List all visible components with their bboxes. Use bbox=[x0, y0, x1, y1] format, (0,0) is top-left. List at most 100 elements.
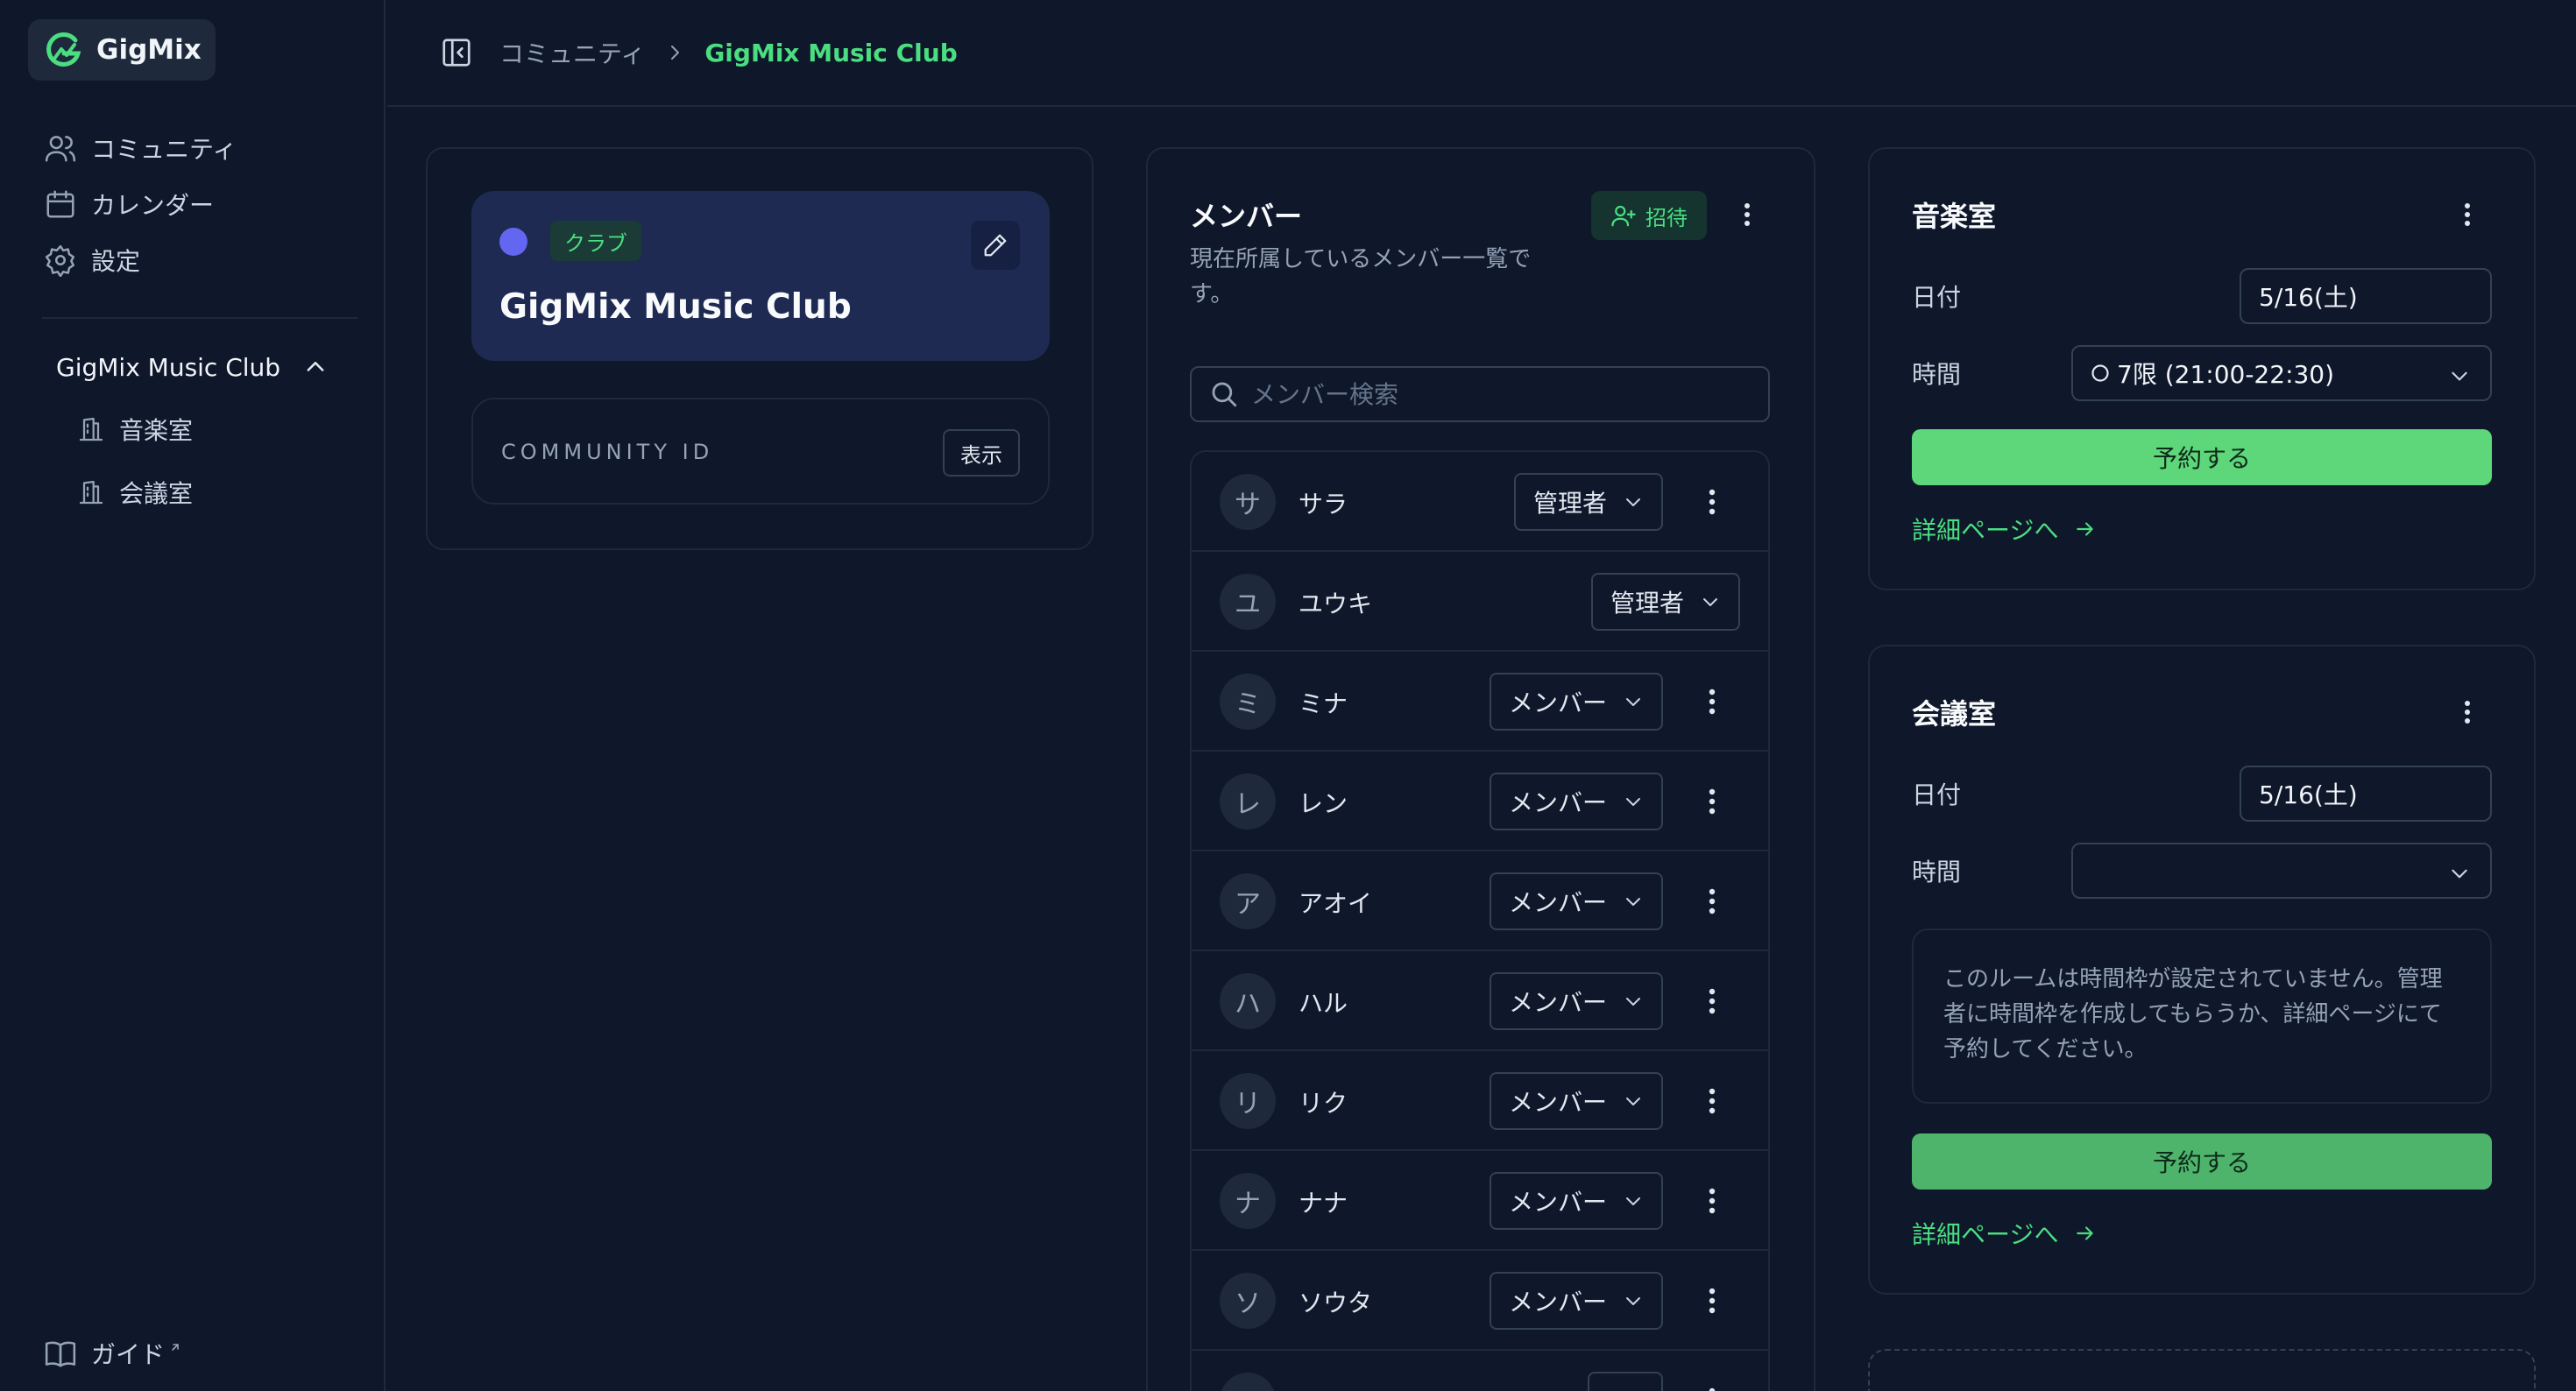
member-role-select[interactable]: 管理者 bbox=[1513, 473, 1663, 531]
chevron-down-icon bbox=[1623, 491, 1644, 512]
member-name: サラ bbox=[1299, 490, 1348, 519]
room-menu-button[interactable] bbox=[2450, 690, 2485, 734]
guide-link[interactable]: ガイド bbox=[44, 1331, 182, 1375]
date-value: 5/16(土) bbox=[2259, 780, 2358, 809]
member-row: レレン メンバー bbox=[1192, 752, 1768, 851]
chevron-down-icon bbox=[1700, 591, 1721, 612]
chevron-down-icon bbox=[2448, 364, 2471, 387]
invite-button[interactable]: 招待 bbox=[1591, 191, 1707, 240]
sidebar-item-label: 会議室 bbox=[119, 479, 194, 508]
search-icon bbox=[1209, 379, 1239, 409]
more-vertical-icon bbox=[2463, 201, 2472, 228]
edit-club-button[interactable] bbox=[971, 221, 1020, 270]
member-avatar: リ bbox=[1220, 1073, 1276, 1129]
reserve-button[interactable]: 予約する bbox=[1912, 1133, 2492, 1190]
member-name: ナナ bbox=[1299, 1189, 1348, 1218]
members-menu-button[interactable] bbox=[1730, 193, 1765, 237]
member-menu-button[interactable] bbox=[1695, 480, 1730, 524]
sidebar-toggle-icon[interactable] bbox=[440, 36, 473, 69]
time-select[interactable] bbox=[2071, 843, 2492, 899]
member-role-label: メンバー bbox=[1508, 1088, 1607, 1117]
room-title: 音楽室 bbox=[1912, 200, 1997, 233]
more-vertical-icon bbox=[1708, 1387, 1716, 1391]
guide-label: ガイド bbox=[91, 1340, 166, 1369]
sidebar-item-community[interactable]: コミュニティ bbox=[44, 126, 237, 170]
more-vertical-icon bbox=[1708, 688, 1716, 716]
member-avatar: レ bbox=[1220, 773, 1276, 830]
gigmix-logo-icon bbox=[44, 30, 84, 70]
arrow-right-icon bbox=[2074, 518, 2097, 540]
date-label: 日付 bbox=[1912, 283, 1962, 312]
member-role-label: メンバー bbox=[1508, 788, 1607, 817]
detail-link-label: 詳細ページへ bbox=[1912, 1220, 2059, 1249]
club-type-badge: クラブ bbox=[550, 221, 641, 261]
member-avatar bbox=[1220, 1373, 1276, 1391]
member-avatar: ミ bbox=[1220, 674, 1276, 730]
add-room-placeholder[interactable] bbox=[1868, 1349, 2536, 1391]
date-picker[interactable]: 5/16(土) bbox=[2240, 268, 2492, 324]
member-role-label: メンバー bbox=[1508, 1188, 1607, 1217]
room-menu-button[interactable] bbox=[2450, 193, 2485, 237]
club-color-dot bbox=[499, 228, 527, 256]
app-root: GigMix コミュニティ カレンダー 設定 GigMix Music Club… bbox=[0, 0, 2576, 1391]
member-role-select[interactable]: メンバー bbox=[1489, 972, 1663, 1030]
more-vertical-icon bbox=[1708, 887, 1716, 915]
member-menu-button[interactable] bbox=[1695, 680, 1730, 724]
member-role-label: 管理者 bbox=[1610, 589, 1684, 618]
member-row: ソソウタ メンバー bbox=[1192, 1251, 1768, 1351]
member-role-label: メンバー bbox=[1508, 1288, 1607, 1317]
member-search[interactable] bbox=[1190, 366, 1770, 422]
member-row: ナナナ メンバー bbox=[1192, 1151, 1768, 1251]
sidebar-item-music-room[interactable]: 音楽室 bbox=[77, 408, 193, 450]
sidebar-group-toggle[interactable]: GigMix Music Club bbox=[56, 345, 328, 389]
member-row: ミミナ メンバー bbox=[1192, 652, 1768, 752]
detail-page-link[interactable]: 詳細ページへ bbox=[1912, 512, 2097, 547]
brand-logo[interactable]: GigMix bbox=[28, 19, 216, 81]
breadcrumb-community[interactable]: コミュニティ bbox=[499, 35, 645, 70]
member-role-select[interactable]: メンバー bbox=[1489, 1272, 1663, 1330]
users-icon bbox=[44, 131, 77, 165]
member-name: レン bbox=[1299, 789, 1348, 818]
member-role-select[interactable]: メンバー bbox=[1489, 673, 1663, 731]
member-row: ササラ 管理者 bbox=[1192, 452, 1768, 552]
member-avatar: ソ bbox=[1220, 1273, 1276, 1329]
member-menu-button[interactable] bbox=[1695, 979, 1730, 1023]
more-vertical-icon bbox=[1708, 1287, 1716, 1315]
sidebar-item-calendar[interactable]: カレンダー bbox=[44, 182, 214, 226]
club-card: クラブ GigMix Music Club bbox=[471, 191, 1050, 361]
member-search-input[interactable] bbox=[1251, 379, 1742, 409]
member-role-select[interactable] bbox=[1588, 1372, 1663, 1391]
room-title: 会議室 bbox=[1912, 697, 1997, 731]
member-menu-button[interactable] bbox=[1695, 1179, 1730, 1223]
member-menu-button[interactable] bbox=[1695, 1279, 1730, 1323]
sidebar-group-title: GigMix Music Club bbox=[56, 352, 281, 382]
member-role-select[interactable]: メンバー bbox=[1489, 872, 1663, 930]
member-row: ユユウキ 管理者 bbox=[1192, 552, 1768, 652]
detail-page-link[interactable]: 詳細ページへ bbox=[1912, 1216, 2097, 1251]
sidebar-item-settings[interactable]: 設定 bbox=[44, 238, 140, 282]
member-menu-button[interactable] bbox=[1695, 879, 1730, 923]
show-community-id-button[interactable]: 表示 bbox=[943, 429, 1020, 477]
community-id-box: COMMUNITY ID 表示 bbox=[471, 398, 1050, 505]
sidebar-divider bbox=[42, 317, 357, 319]
member-role-select[interactable]: メンバー bbox=[1489, 773, 1663, 830]
member-avatar: ハ bbox=[1220, 973, 1276, 1029]
more-vertical-icon bbox=[1708, 987, 1716, 1015]
gear-icon bbox=[44, 244, 77, 277]
member-menu-button[interactable] bbox=[1695, 1379, 1730, 1391]
member-role-select[interactable]: 管理者 bbox=[1590, 573, 1740, 631]
member-menu-button[interactable] bbox=[1695, 780, 1730, 823]
circle-icon bbox=[2091, 364, 2110, 383]
sidebar-item-meeting-room[interactable]: 会議室 bbox=[77, 471, 193, 513]
sidebar-item-label: 設定 bbox=[91, 247, 141, 276]
time-select[interactable]: 7限 (21:00-22:30) bbox=[2071, 345, 2492, 401]
member-role-label: メンバー bbox=[1508, 988, 1607, 1017]
member-menu-button[interactable] bbox=[1695, 1079, 1730, 1123]
pencil-icon bbox=[982, 232, 1008, 258]
date-picker[interactable]: 5/16(土) bbox=[2240, 766, 2492, 822]
reserve-button[interactable]: 予約する bbox=[1912, 429, 2492, 485]
member-role-select[interactable]: メンバー bbox=[1489, 1072, 1663, 1130]
topbar: コミュニティ GigMix Music Club bbox=[387, 0, 2576, 107]
member-role-label: メンバー bbox=[1508, 688, 1607, 717]
member-role-select[interactable]: メンバー bbox=[1489, 1172, 1663, 1230]
